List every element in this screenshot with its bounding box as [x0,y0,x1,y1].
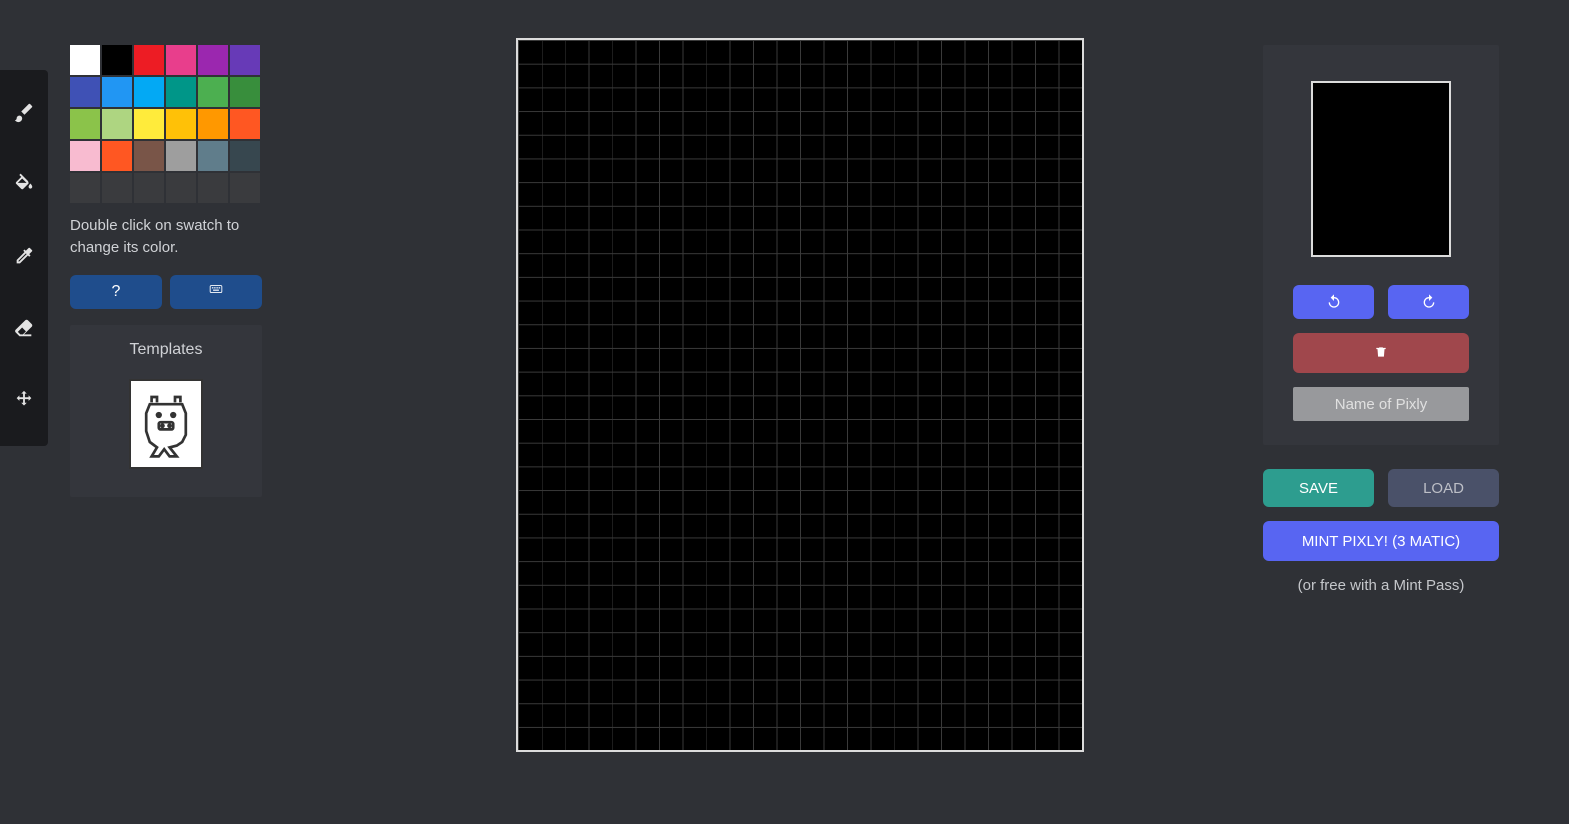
color-swatch-10[interactable] [198,77,228,107]
templates-title: Templates [82,341,250,359]
color-swatch-1[interactable] [102,45,132,75]
preview-card [1263,45,1499,445]
brush-tool[interactable] [0,78,48,150]
color-swatch-24[interactable] [70,173,100,203]
fill-icon [13,173,35,200]
save-load-row: SAVE LOAD [1263,469,1499,507]
trash-icon [1374,344,1388,363]
move-tool[interactable] [0,366,48,438]
help-button[interactable]: ? [70,275,162,309]
template-thumb[interactable] [129,379,203,469]
color-swatch-26[interactable] [134,173,164,203]
load-button[interactable]: LOAD [1388,469,1499,507]
color-swatch-0[interactable] [70,45,100,75]
preview-box [1311,81,1451,257]
color-swatch-16[interactable] [198,109,228,139]
name-input[interactable] [1293,387,1469,421]
helper-row: ? [70,275,262,309]
color-swatch-2[interactable] [134,45,164,75]
move-icon [13,389,35,416]
undo-button[interactable] [1293,285,1374,319]
color-swatch-20[interactable] [134,141,164,171]
pig-template-icon [136,388,196,460]
templates-card: Templates [70,325,262,497]
color-swatch-9[interactable] [166,77,196,107]
color-swatch-3[interactable] [166,45,196,75]
redo-icon [1421,293,1437,312]
canvas-grid [518,40,1082,750]
tool-sidebar [0,70,48,446]
color-swatch-23[interactable] [230,141,260,171]
color-swatch-4[interactable] [198,45,228,75]
left-panel: Double click on swatch to change its col… [70,45,262,497]
right-panel: SAVE LOAD MINT PIXLY! (3 MATIC) (or free… [1263,45,1499,594]
color-swatch-12[interactable] [70,109,100,139]
redo-button[interactable] [1388,285,1469,319]
mint-button[interactable]: MINT PIXLY! (3 MATIC) [1263,521,1499,561]
keyboard-icon [207,282,225,301]
color-swatch-7[interactable] [102,77,132,107]
color-swatch-29[interactable] [230,173,260,203]
color-swatch-11[interactable] [230,77,260,107]
eyedropper-tool[interactable] [0,222,48,294]
color-swatches [70,45,262,203]
eyedropper-icon [13,245,35,272]
color-swatch-21[interactable] [166,141,196,171]
save-button[interactable]: SAVE [1263,469,1374,507]
color-swatch-5[interactable] [230,45,260,75]
color-swatch-8[interactable] [134,77,164,107]
eraser-icon [13,317,35,344]
color-swatch-6[interactable] [70,77,100,107]
undo-redo-row [1293,285,1469,319]
keyboard-shortcuts-button[interactable] [170,275,262,309]
color-swatch-25[interactable] [102,173,132,203]
delete-button[interactable] [1293,333,1469,373]
eraser-tool[interactable] [0,294,48,366]
color-swatch-14[interactable] [134,109,164,139]
canvas[interactable] [516,38,1084,752]
color-swatch-27[interactable] [166,173,196,203]
color-swatch-28[interactable] [198,173,228,203]
color-swatch-13[interactable] [102,109,132,139]
fill-tool[interactable] [0,150,48,222]
color-swatch-15[interactable] [166,109,196,139]
color-swatch-19[interactable] [102,141,132,171]
color-swatch-22[interactable] [198,141,228,171]
color-swatch-17[interactable] [230,109,260,139]
swatch-hint: Double click on swatch to change its col… [70,215,262,259]
undo-icon [1326,293,1342,312]
color-swatch-18[interactable] [70,141,100,171]
brush-icon [13,101,35,128]
mint-note: (or free with a Mint Pass) [1298,577,1465,594]
